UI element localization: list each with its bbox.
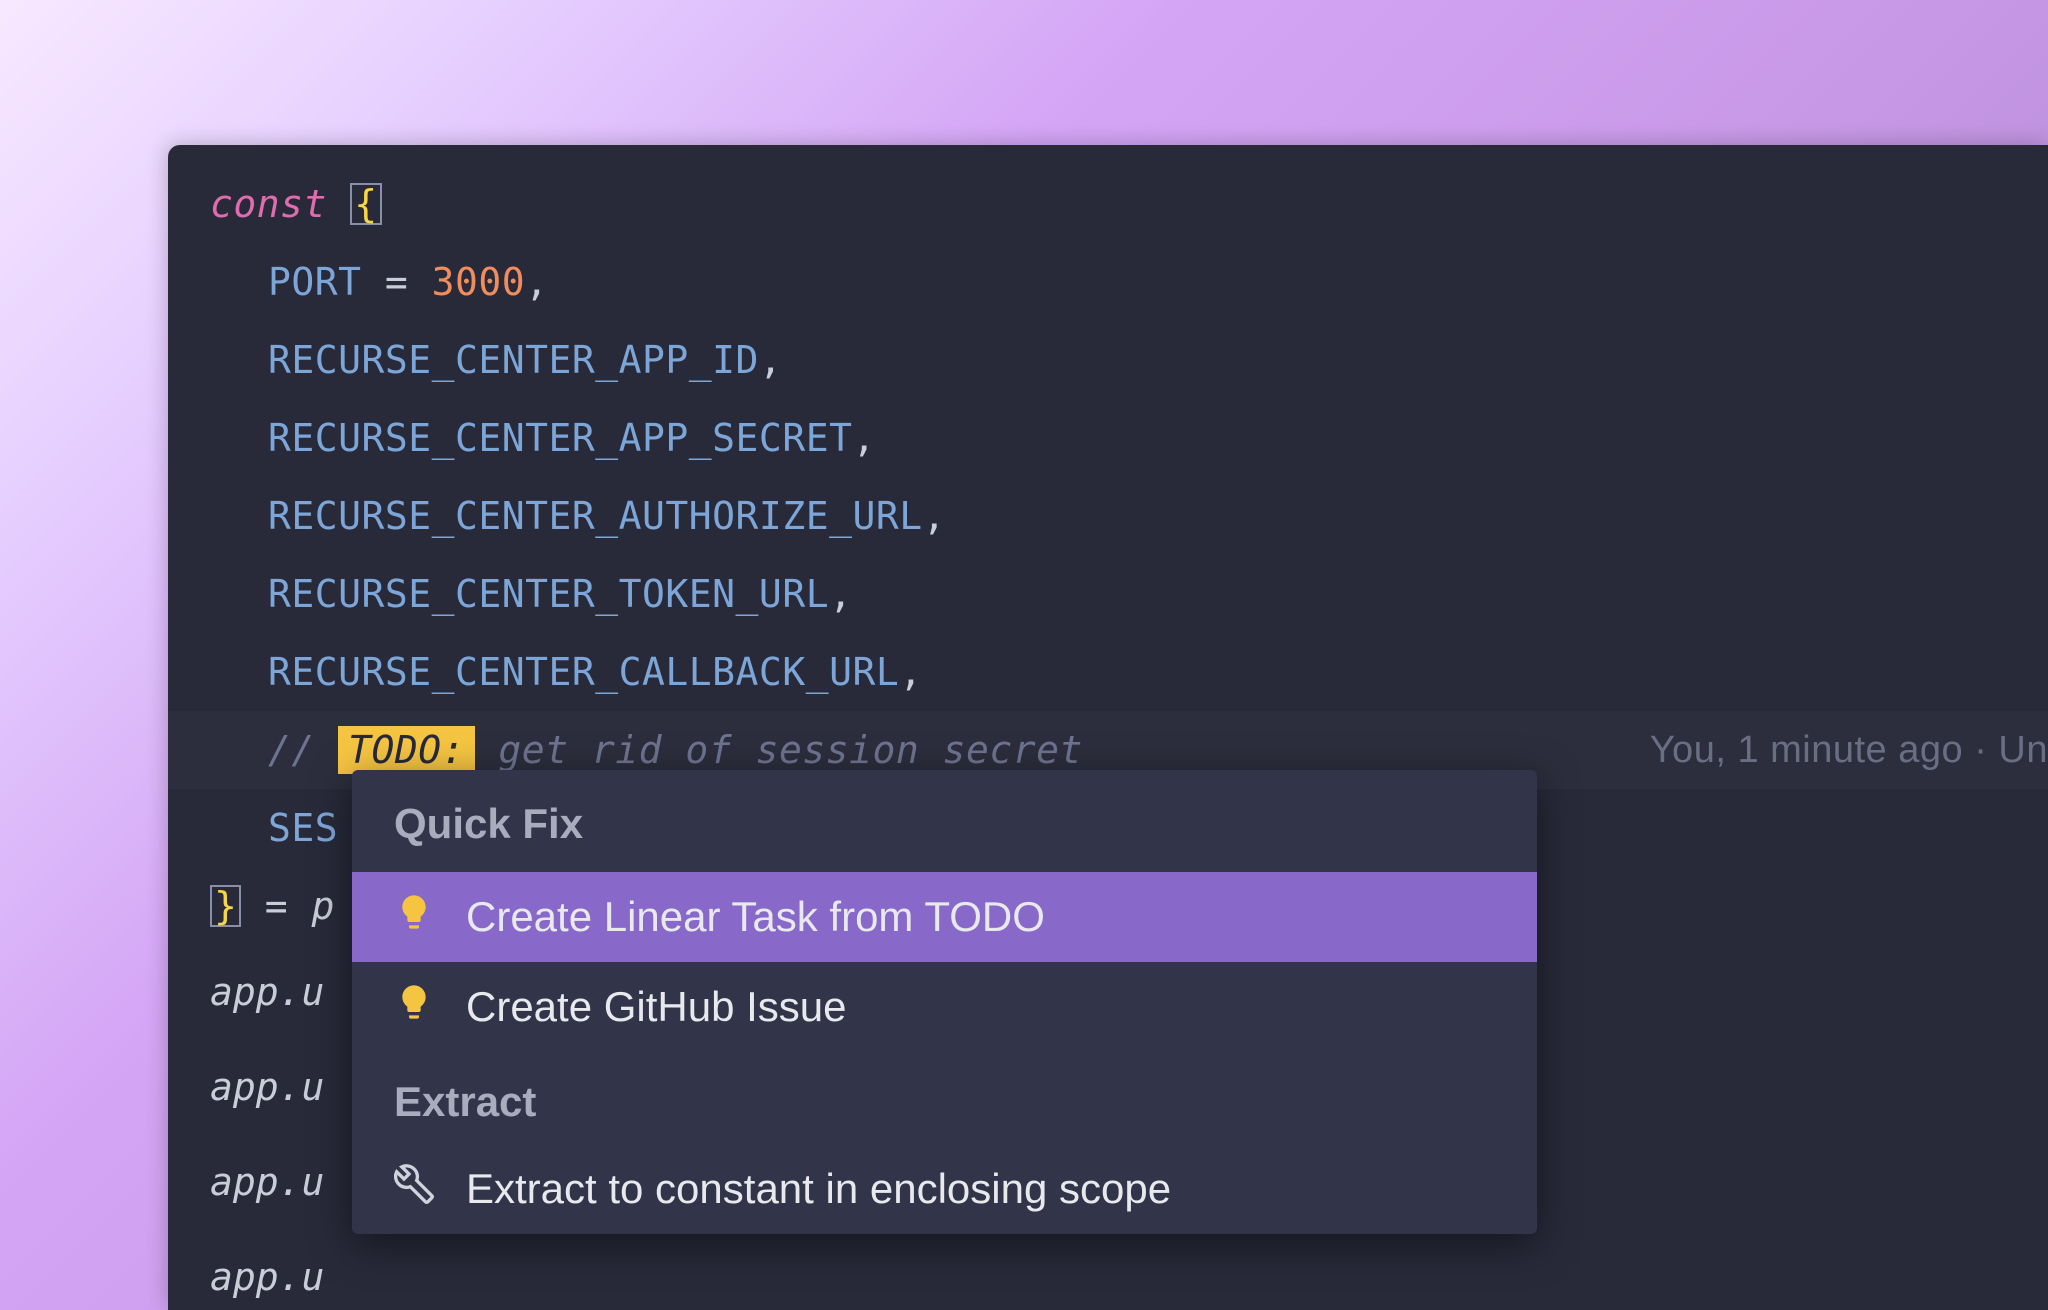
- comma: ,: [829, 572, 852, 616]
- identifier: RECURSE_CENTER_TOKEN_URL: [268, 572, 829, 616]
- identifier: RECURSE_CENTER_AUTHORIZE_URL: [268, 494, 923, 538]
- code-line-4[interactable]: RECURSE_CENTER_APP_SECRET,: [168, 399, 2048, 477]
- code-line-6[interactable]: RECURSE_CENTER_TOKEN_URL,: [168, 555, 2048, 633]
- brace-close-highlighted: }: [210, 885, 241, 927]
- quickfix-popup: Quick Fix Create Linear Task from TODO C…: [352, 770, 1537, 1234]
- code-line-7[interactable]: RECURSE_CENTER_CALLBACK_URL,: [168, 633, 2048, 711]
- keyword-const: const: [210, 182, 327, 226]
- quickfix-section-header: Quick Fix: [352, 770, 1537, 872]
- extract-section-header: Extract: [352, 1052, 1537, 1144]
- todo-tag: TODO:: [338, 726, 475, 774]
- git-blame-annotation: You, 1 minute ago · Un: [1650, 711, 2048, 789]
- lightbulb-icon: [394, 982, 434, 1032]
- comma: ,: [525, 260, 548, 304]
- comment-slashes: //: [268, 728, 338, 772]
- code-line-3[interactable]: RECURSE_CENTER_APP_ID,: [168, 321, 2048, 399]
- code-line-2[interactable]: PORT = 3000,: [168, 243, 2048, 321]
- quickfix-item-label: Extract to constant in enclosing scope: [466, 1165, 1171, 1213]
- quickfix-item-label: Create GitHub Issue: [466, 983, 847, 1031]
- code-line-1[interactable]: const {: [168, 165, 2048, 243]
- quickfix-item-extract-constant[interactable]: Extract to constant in enclosing scope: [352, 1144, 1537, 1234]
- code-editor-window: const { PORT = 3000, RECURSE_CENTER_APP_…: [168, 145, 2048, 1310]
- number-literal: 3000: [432, 260, 526, 304]
- operator-equals: =: [362, 260, 432, 304]
- identifier-port: PORT: [268, 260, 362, 304]
- identifier: RECURSE_CENTER_APP_ID: [268, 338, 759, 382]
- comma: ,: [923, 494, 946, 538]
- code-line-14[interactable]: app.u: [168, 1230, 2048, 1310]
- brace-open-highlighted: {: [350, 183, 381, 225]
- identifier: RECURSE_CENTER_APP_SECRET: [268, 416, 852, 460]
- comma: ,: [759, 338, 782, 382]
- comma: ,: [852, 416, 875, 460]
- code-line-5[interactable]: RECURSE_CENTER_AUTHORIZE_URL,: [168, 477, 2048, 555]
- quickfix-item-create-github-issue[interactable]: Create GitHub Issue: [352, 962, 1537, 1052]
- quickfix-item-label: Create Linear Task from TODO: [466, 893, 1045, 941]
- quickfix-item-create-linear-task[interactable]: Create Linear Task from TODO: [352, 872, 1537, 962]
- wrench-icon: [394, 1164, 434, 1214]
- identifier-partial: SES: [268, 806, 338, 850]
- comment-text: get rid of session secret: [475, 728, 1083, 772]
- code-rest: = p: [241, 884, 335, 928]
- identifier: RECURSE_CENTER_CALLBACK_URL: [268, 650, 899, 694]
- lightbulb-icon: [394, 892, 434, 942]
- comma: ,: [899, 650, 922, 694]
